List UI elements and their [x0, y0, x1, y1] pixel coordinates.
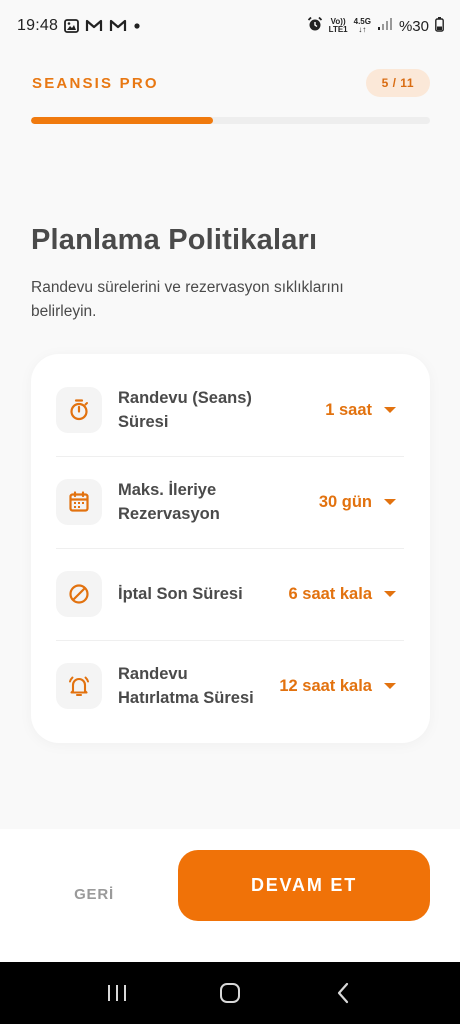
setting-dropdown[interactable]: 1 saat	[325, 401, 404, 420]
recent-apps-icon[interactable]	[97, 973, 137, 1013]
status-right: Vo)) LTE1 4.5G ↓↑ %30	[307, 16, 444, 36]
net-gen-label: 4.5G ↓↑	[353, 17, 371, 34]
setting-value: 1 saat	[325, 400, 372, 419]
progress-fill	[31, 117, 213, 124]
cancel-icon	[56, 571, 102, 617]
signal-icon	[377, 17, 393, 35]
setting-row-max-advance-booking[interactable]: Maks. İleriye Rezervasyon 30 gün	[56, 456, 404, 548]
gallery-icon	[64, 19, 79, 33]
mail-icon-2	[109, 19, 127, 33]
setting-dropdown[interactable]: 6 saat kala	[289, 585, 404, 604]
battery-icon	[435, 16, 444, 36]
settings-card: Randevu (Seans) Süresi 1 saat Maks. İler…	[31, 354, 430, 743]
brand-name: SEANSIS PRO	[32, 74, 159, 92]
battery-text: %30	[398, 17, 429, 35]
setting-row-reminder-time[interactable]: Randevu Hatırlatma Süresi 12 saat kala	[56, 640, 404, 732]
setting-label: Randevu Hatırlatma Süresi	[118, 665, 254, 707]
setting-label: İptal Son Süresi	[118, 585, 243, 603]
progress-bar	[31, 117, 430, 124]
mail-icon	[85, 19, 103, 33]
back-button[interactable]: GERİ	[56, 877, 132, 911]
caret-down-icon	[384, 499, 396, 505]
setting-dropdown[interactable]: 12 saat kala	[279, 677, 404, 696]
setting-label: Maks. İleriye Rezervasyon	[118, 481, 220, 523]
stopwatch-icon	[56, 387, 102, 433]
caret-down-icon	[384, 407, 396, 413]
page-description: Randevu sürelerini ve rezervasyon sıklık…	[31, 279, 344, 320]
setting-value: 30 gün	[318, 492, 372, 511]
setting-value: 12 saat kala	[279, 676, 372, 695]
setting-row-cancel-deadline[interactable]: İptal Son Süresi 6 saat kala	[56, 548, 404, 640]
caret-down-icon	[384, 591, 396, 597]
setting-label: Randevu (Seans) Süresi	[118, 389, 252, 431]
wizard-header: SEANSIS PRO 5 / 11	[32, 68, 430, 98]
alarm-icon	[307, 16, 323, 36]
network-label: Vo)) LTE1	[328, 17, 348, 34]
bell-icon	[56, 663, 102, 709]
continue-button[interactable]: DEVAM ET	[178, 850, 430, 921]
step-badge: 5 / 11	[365, 69, 430, 97]
system-nav-bar	[0, 962, 460, 1024]
setting-dropdown[interactable]: 30 gün	[319, 493, 404, 512]
status-left: 19:48	[17, 17, 141, 35]
page-title: Planlama Politikaları	[31, 224, 318, 256]
notification-dot-icon	[133, 22, 141, 30]
setting-row-session-duration[interactable]: Randevu (Seans) Süresi 1 saat	[56, 364, 404, 456]
calendar-icon	[56, 479, 102, 525]
caret-down-icon	[384, 683, 396, 689]
status-time: 19:48	[17, 17, 59, 34]
back-nav-icon[interactable]	[323, 973, 363, 1013]
status-bar: 19:48 Vo)) LTE1 4.5G ↓↑ %30	[0, 0, 460, 52]
home-icon[interactable]	[210, 973, 250, 1013]
setting-value: 6 saat kala	[288, 584, 372, 603]
bottom-action-bar: GERİ DEVAM ET	[0, 829, 460, 962]
